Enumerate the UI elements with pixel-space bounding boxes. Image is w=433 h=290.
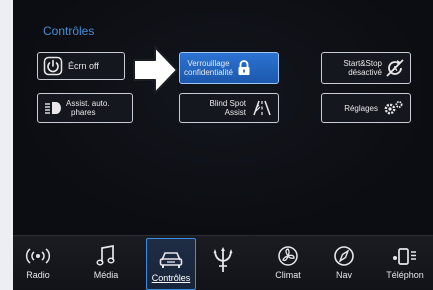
start-stop-label: Start&Stop désactivé xyxy=(343,59,382,77)
padlock-icon xyxy=(238,60,250,75)
nav-climate-label: Climat xyxy=(275,270,301,280)
car-icon xyxy=(159,252,183,268)
auto-headlights-button[interactable]: Assist. auto. phares xyxy=(37,93,133,123)
nav-controls-label: Contrôles xyxy=(151,273,191,283)
trident-logo xyxy=(213,247,233,272)
blind-spot-label: Blind Spot Assist xyxy=(209,99,246,117)
settings-label: Réglages xyxy=(344,103,378,113)
headlight-icon xyxy=(45,102,61,114)
nav-navigation[interactable]: Nav xyxy=(326,236,362,290)
privacy-lock-label: Verrouillage confidentialité xyxy=(184,59,233,77)
privacy-lock-button[interactable]: Verrouillage confidentialité xyxy=(179,52,279,84)
nav-controls[interactable]: Contrôles xyxy=(146,238,196,290)
phone-icon xyxy=(393,248,416,265)
screen-off-label: Écrn off xyxy=(68,60,99,71)
radio-waves-icon xyxy=(25,248,51,264)
page-title: Contrôles xyxy=(43,24,95,38)
nav-home-logo[interactable] xyxy=(203,236,243,290)
nav-radio[interactable]: Radio xyxy=(17,236,59,290)
compass-icon xyxy=(334,246,354,266)
gears-icon xyxy=(384,101,403,115)
nav-media[interactable]: Média xyxy=(85,236,127,290)
fan-icon xyxy=(278,246,298,266)
blind-spot-icon xyxy=(253,100,271,116)
pointer-arrow-icon xyxy=(133,46,178,94)
start-stop-off-icon: A xyxy=(386,59,404,77)
blind-spot-button[interactable]: Blind Spot Assist xyxy=(179,93,279,123)
nav-phone[interactable]: Téléphon xyxy=(379,236,431,290)
screen-off-button[interactable]: Écrn off xyxy=(37,52,125,80)
bottom-navigation-bar: Radio Média Contrôles Climat Nav Télépho… xyxy=(13,235,433,290)
nav-phone-label: Téléphon xyxy=(386,270,424,280)
infotainment-screen: Contrôles Écrn off Verrouillage confiden… xyxy=(13,0,433,290)
start-stop-button[interactable]: Start&Stop désactivé A xyxy=(321,52,411,84)
nav-climate[interactable]: Climat xyxy=(267,236,309,290)
settings-button[interactable]: Réglages xyxy=(321,93,411,123)
nav-media-label: Média xyxy=(93,270,119,280)
music-note-icon xyxy=(96,245,115,266)
nav-radio-label: Radio xyxy=(26,270,50,280)
power-icon xyxy=(43,56,63,76)
nav-navigation-label: Nav xyxy=(335,270,352,280)
auto-headlights-label: Assist. auto. phares xyxy=(66,99,110,117)
